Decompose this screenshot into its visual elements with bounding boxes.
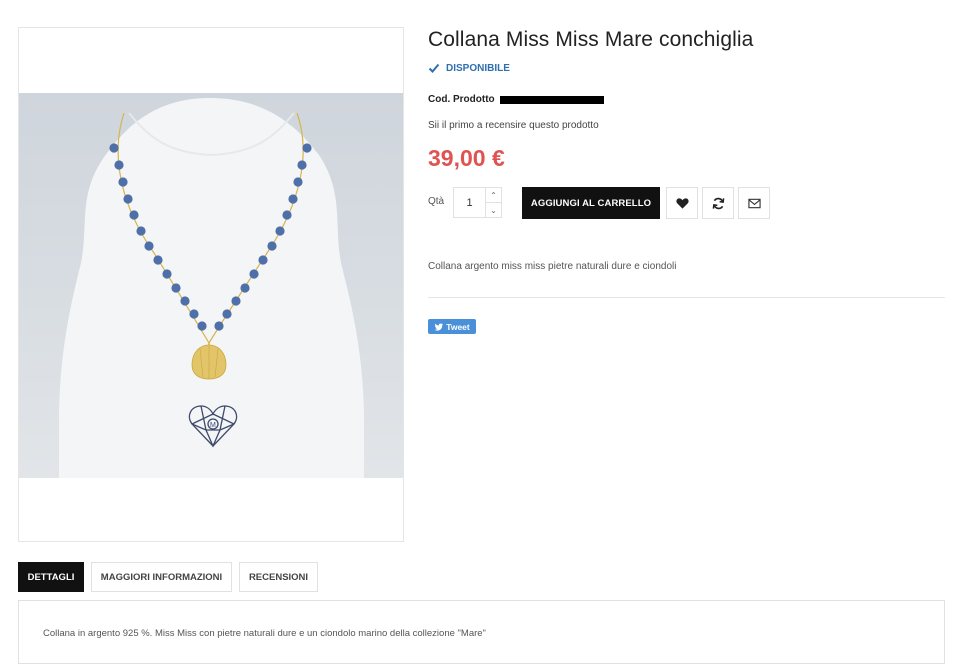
bead xyxy=(109,143,119,153)
bead xyxy=(144,241,154,251)
bead xyxy=(275,226,285,236)
product-price: 39,00 € xyxy=(428,145,505,171)
check-icon xyxy=(428,63,440,73)
details-text: Collana in argento 925 %. Miss Miss con … xyxy=(43,628,486,639)
bead xyxy=(214,321,224,331)
bead xyxy=(231,296,241,306)
bead xyxy=(180,296,190,306)
bead xyxy=(123,194,133,204)
divider xyxy=(428,297,945,298)
bead xyxy=(162,269,172,279)
heart-icon xyxy=(675,197,689,209)
bead xyxy=(240,283,250,293)
bead xyxy=(136,226,146,236)
tab-details[interactable]: DETTAGLI xyxy=(18,562,84,592)
quantity-increase-icon[interactable]: ⌃ xyxy=(486,188,501,203)
sku-label: Cod. Prodotto xyxy=(428,94,495,105)
bead xyxy=(267,241,277,251)
compare-button[interactable] xyxy=(702,187,734,219)
necklace-on-bust-image: M xyxy=(59,98,364,478)
bead xyxy=(189,309,199,319)
bead xyxy=(282,210,292,220)
quantity-decrease-icon[interactable]: ⌄ xyxy=(486,203,501,217)
bead xyxy=(129,210,139,220)
bead xyxy=(249,269,259,279)
product-image-box[interactable]: M xyxy=(18,27,404,542)
refresh-icon xyxy=(712,197,724,209)
email-friend-button[interactable] xyxy=(738,187,770,219)
bead xyxy=(293,177,303,187)
tweet-label: Tweet xyxy=(446,321,470,332)
product-photo[interactable]: M xyxy=(19,93,403,478)
bead xyxy=(153,255,163,265)
bead xyxy=(222,309,232,319)
bead xyxy=(302,143,312,153)
bead xyxy=(197,321,207,331)
product-title: Collana Miss Miss Mare conchiglia xyxy=(428,28,754,51)
bead xyxy=(118,177,128,187)
quantity-stepper: ⌃ ⌄ xyxy=(453,187,502,218)
quantity-label: Qtà xyxy=(428,196,445,207)
tweet-button[interactable]: Tweet xyxy=(428,319,476,334)
add-to-cart-button[interactable]: AGGIUNGI AL CARRELLO xyxy=(522,187,660,219)
short-description: Collana argento miss miss pietre natural… xyxy=(428,261,677,272)
first-review-link[interactable]: Sii il primo a recensire questo prodotto xyxy=(428,120,599,131)
bead xyxy=(288,194,298,204)
envelope-icon xyxy=(747,198,761,208)
bead xyxy=(297,160,307,170)
availability-label: DISPONIBILE xyxy=(446,62,510,74)
quantity-input[interactable] xyxy=(454,188,486,217)
wishlist-button[interactable] xyxy=(666,187,698,219)
sku-redacted-value xyxy=(499,95,604,104)
bead xyxy=(171,283,181,293)
product-sku: Cod. Prodotto xyxy=(428,94,604,105)
bead xyxy=(114,160,124,170)
details-tab-panel: Collana in argento 925 %. Miss Miss con … xyxy=(18,600,945,664)
svg-text:M: M xyxy=(210,422,216,429)
twitter-bird-icon xyxy=(434,322,444,331)
tab-more-info[interactable]: MAGGIORI INFORMAZIONI xyxy=(91,562,232,592)
availability-status: DISPONIBILE xyxy=(428,62,510,74)
tab-reviews[interactable]: RECENSIONI xyxy=(239,562,318,592)
bead xyxy=(258,255,268,265)
